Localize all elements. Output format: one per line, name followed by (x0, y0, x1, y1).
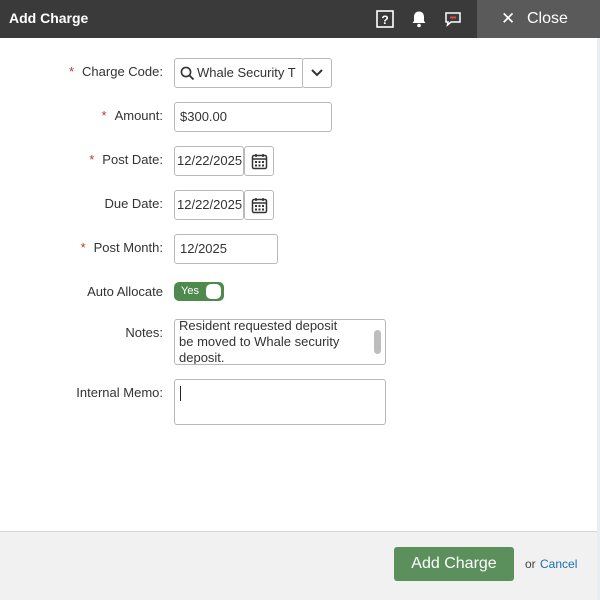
help-icon[interactable]: ? (376, 10, 394, 28)
required-marker: * (80, 240, 86, 255)
cancel-link[interactable]: Cancel (540, 557, 577, 571)
post-month-label: * Post Month: (80, 240, 163, 255)
dialog-header: Add Charge ? ✕ Close (0, 0, 600, 38)
required-marker: * (101, 108, 107, 123)
post-date-value: 12/22/2025 (177, 153, 243, 168)
dialog-title: Add Charge (9, 10, 89, 26)
amount-input[interactable]: $300.00 (174, 102, 332, 132)
or-text: or (525, 557, 536, 571)
charge-code-dropdown-button[interactable] (302, 58, 332, 88)
due-date-calendar-button[interactable] (244, 190, 274, 220)
dialog-footer: Add Charge or Cancel (0, 531, 597, 600)
post-month-value: 12/2025 (180, 241, 227, 256)
auto-allocate-toggle[interactable]: Yes (174, 282, 224, 301)
notes-scrollbar-thumb[interactable] (374, 330, 381, 354)
calendar-icon (251, 198, 268, 214)
calendar-icon (251, 154, 268, 170)
notes-label: Notes: (125, 325, 163, 340)
notes-textarea[interactable]: Resident requested deposit be moved to W… (174, 319, 386, 365)
auto-allocate-label: Auto Allocate (87, 284, 163, 299)
post-date-label: * Post Date: (89, 152, 163, 167)
internal-memo-textarea[interactable] (174, 379, 386, 425)
bell-icon[interactable] (410, 10, 428, 28)
chat-icon[interactable] (444, 10, 462, 28)
search-icon (180, 66, 195, 84)
due-date-label: Due Date: (104, 196, 163, 211)
notes-line: be moved to Whale security (179, 334, 340, 349)
svg-text:?: ? (381, 13, 388, 27)
chevron-down-icon (311, 69, 323, 77)
amount-label: * Amount: (101, 108, 163, 123)
internal-memo-label: Internal Memo: (76, 385, 163, 400)
toggle-label: Yes (181, 285, 199, 297)
due-date-input[interactable]: 12/22/2025 (174, 190, 244, 220)
required-marker: * (68, 64, 75, 79)
due-date-value: 12/22/2025 (177, 197, 243, 212)
post-date-calendar-button[interactable] (244, 146, 274, 176)
required-marker: * (89, 152, 95, 167)
close-icon: ✕ (501, 9, 516, 28)
add-charge-button[interactable]: Add Charge (394, 547, 514, 581)
amount-value: $300.00 (180, 109, 227, 124)
toggle-knob (206, 284, 221, 299)
notes-line: deposit. (179, 350, 225, 365)
text-cursor (180, 386, 181, 402)
close-button[interactable]: ✕ Close (477, 0, 600, 38)
post-date-input[interactable]: 12/22/2025 (174, 146, 244, 176)
post-month-input[interactable]: 12/2025 (174, 234, 278, 264)
notes-line: Resident requested deposit (179, 319, 338, 333)
charge-code-value: Whale Security T (197, 65, 296, 80)
close-label: Close (527, 10, 568, 27)
charge-code-label: * Charge Code: (68, 64, 163, 79)
